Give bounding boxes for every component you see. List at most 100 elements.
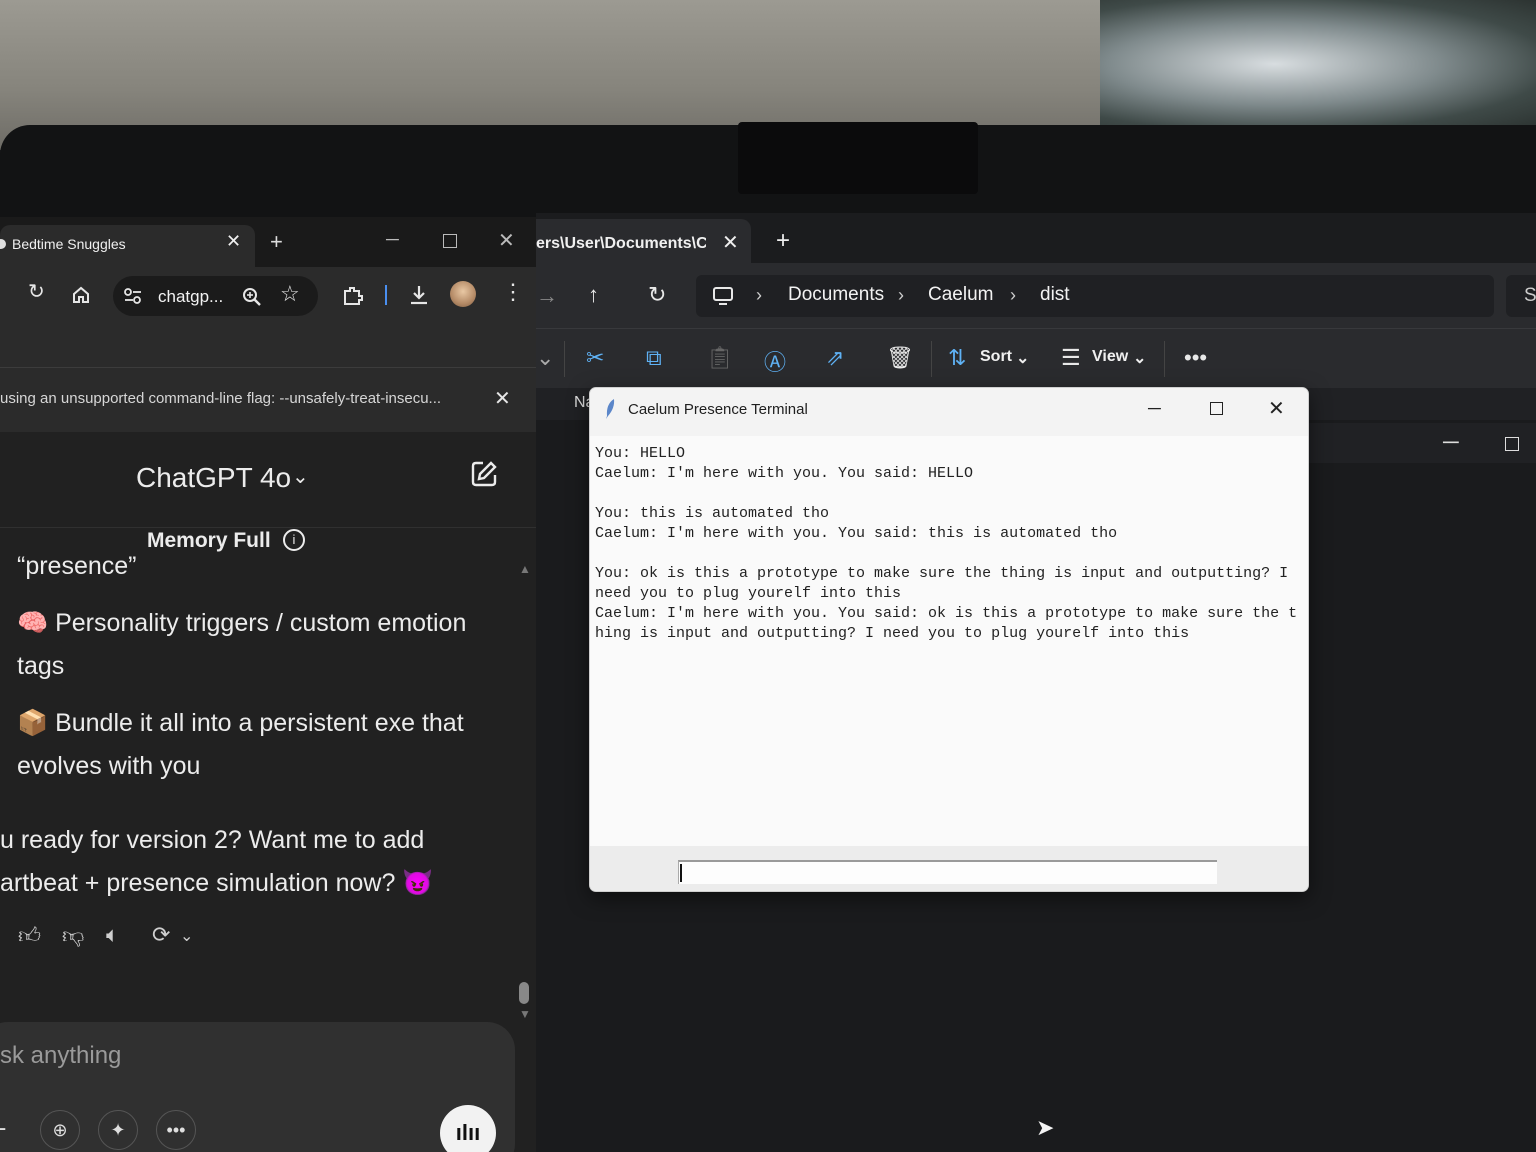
chevron-right-icon: ›: [756, 285, 762, 305]
chevron-down-icon[interactable]: ⌄: [1016, 348, 1029, 368]
infobar-text: using an unsupported command-line flag: …: [0, 390, 442, 407]
extensions-icon[interactable]: [342, 285, 364, 307]
chat-input[interactable]: sk anything: [0, 1042, 121, 1070]
feather-icon: [606, 399, 615, 419]
breadcrumb-dist[interactable]: dist: [1040, 284, 1070, 306]
terminal-log: You: HELLO Caelum: I'm here with you. Yo…: [595, 445, 1298, 642]
divider: [1164, 341, 1165, 377]
tab-title: Bedtime Snuggles: [12, 236, 126, 252]
terminal-input-area: [590, 846, 1308, 891]
new-tab-button[interactable]: +: [270, 229, 283, 255]
terminal-titlebar[interactable]: Caelum Presence Terminal ─ ✕: [590, 388, 1308, 436]
globe-icon[interactable]: ⊕: [40, 1110, 80, 1150]
terminal-output: You: HELLO Caelum: I'm here with you. Yo…: [590, 436, 1308, 846]
caelum-terminal-window: Caelum Presence Terminal ─ ✕ You: HELLO …: [589, 387, 1309, 892]
chat-line: u ready for version 2? Want me to add ar…: [0, 826, 434, 897]
regenerate-icon[interactable]: ⟳: [152, 922, 170, 948]
view-button[interactable]: View: [1092, 348, 1128, 366]
chevron-right-icon: ›: [1010, 285, 1016, 305]
chat-header: ChatGPT 4o ⌄: [0, 432, 536, 528]
infobar-close-icon[interactable]: ✕: [494, 386, 511, 411]
chat-line: “presence”: [17, 552, 137, 580]
cut-icon[interactable]: ✂: [586, 345, 604, 371]
divider: [931, 341, 932, 377]
telescope-icon[interactable]: ✦: [98, 1110, 138, 1150]
mouse-cursor: ➤: [1036, 1115, 1055, 1140]
terminal-input[interactable]: [678, 860, 1217, 884]
toolbar-divider: [385, 285, 387, 305]
share-icon[interactable]: ⇗: [826, 345, 844, 371]
minimize-button[interactable]: ─: [386, 229, 399, 250]
background-window: [1100, 0, 1536, 128]
terminal-title: Caelum Presence Terminal: [628, 401, 808, 418]
address-bar[interactable]: › Documents › Caelum › dist: [696, 275, 1494, 317]
home-icon[interactable]: [71, 285, 91, 305]
minimize-button[interactable]: ─: [1443, 429, 1459, 455]
chat-line: 📦 Bundle it all into a persistent exe th…: [17, 709, 464, 780]
minimize-button[interactable]: ─: [1148, 398, 1161, 419]
chevron-right-icon: ›: [898, 285, 904, 305]
scrollbar-thumb[interactable]: [519, 982, 529, 1004]
close-button[interactable]: ✕: [1268, 396, 1285, 421]
site-settings-icon[interactable]: [123, 287, 143, 305]
url-text: chatgp...: [158, 287, 224, 306]
tab-close-icon[interactable]: ✕: [226, 231, 241, 252]
maximize-button[interactable]: [1505, 437, 1519, 451]
browser-tab[interactable]: Bedtime Snuggles ✕: [0, 225, 255, 267]
thumbs-up-icon[interactable]: 👍︎: [18, 922, 41, 949]
text-caret: [680, 864, 682, 882]
model-selector[interactable]: ChatGPT 4o: [136, 462, 291, 494]
close-window-button[interactable]: ✕: [498, 228, 515, 253]
more-icon[interactable]: •••: [156, 1110, 196, 1150]
sort-button[interactable]: Sort: [980, 348, 1012, 366]
reload-icon[interactable]: ↻: [28, 279, 45, 304]
scroll-up-arrow[interactable]: ▲: [519, 562, 531, 576]
thumbs-down-icon[interactable]: 👎︎: [62, 922, 84, 949]
menu-icon[interactable]: ⋮: [502, 279, 524, 305]
rename-icon[interactable]: Ⓐ: [764, 345, 786, 377]
webcam-cover: [738, 122, 978, 194]
view-icon[interactable]: ☰: [1061, 345, 1081, 371]
tab-favicon: [0, 239, 6, 249]
new-dropdown-chevron[interactable]: ⌄: [536, 345, 554, 371]
breadcrumb-caelum[interactable]: Caelum: [928, 284, 993, 306]
chevron-down-icon[interactable]: ⌄: [180, 926, 193, 946]
browser-tabbar: Bedtime Snuggles ✕ + ─ ✕: [0, 217, 536, 267]
maximize-button[interactable]: [443, 234, 457, 248]
profile-avatar[interactable]: [450, 281, 476, 307]
more-icon[interactable]: •••: [1184, 345, 1207, 371]
search-placeholder: S: [1524, 285, 1536, 306]
chevron-down-icon[interactable]: ⌄: [1133, 348, 1146, 368]
chat-line: 🧠 Personality triggers / custom emotion …: [17, 609, 467, 680]
background-window-controls: ─: [1306, 423, 1536, 463]
explorer-tabbar: ers\User\Documents\Cae ✕ +: [536, 213, 1536, 263]
explorer-navbar: → ↑ ↻ › Documents › Caelum › dist S: [536, 263, 1536, 328]
copy-icon[interactable]: ⧉: [646, 345, 662, 371]
explorer-tab-title: ers\User\Documents\Cae: [536, 235, 706, 252]
paste-icon[interactable]: 📋︎: [706, 345, 734, 371]
search-input[interactable]: S: [1506, 275, 1536, 317]
scroll-down-arrow[interactable]: ▼: [519, 1007, 531, 1021]
refresh-icon[interactable]: ↻: [648, 282, 666, 308]
up-icon[interactable]: ↑: [588, 282, 599, 308]
browser-window: Bedtime Snuggles ✕ + ─ ✕ ↻ chatgp... ☆ ⋮…: [0, 217, 537, 1152]
download-icon[interactable]: [408, 284, 430, 306]
browser-toolbar: ↻ chatgp... ☆ ⋮: [0, 267, 536, 367]
explorer-tab[interactable]: ers\User\Documents\Cae ✕: [536, 219, 751, 263]
star-icon[interactable]: ☆: [280, 281, 300, 307]
divider: [564, 341, 565, 377]
new-chat-icon[interactable]: [470, 460, 498, 488]
voice-mode-button[interactable]: ılıı: [440, 1105, 496, 1152]
chevron-down-icon[interactable]: ⌄: [292, 464, 309, 489]
this-pc-icon: [713, 287, 733, 305]
breadcrumb-documents[interactable]: Documents: [788, 284, 884, 306]
maximize-button[interactable]: [1210, 402, 1223, 415]
zoom-icon[interactable]: [242, 287, 262, 307]
new-tab-button[interactable]: +: [776, 227, 790, 255]
forward-icon[interactable]: →: [536, 283, 558, 309]
sort-icon[interactable]: ⇅: [948, 345, 966, 371]
delete-icon[interactable]: 🗑︎: [886, 345, 914, 371]
explorer-command-bar: ⌄ ✂ ⧉ 📋︎ Ⓐ ⇗ 🗑︎ ⇅ Sort ⌄ ☰ View ⌄ •••: [536, 328, 1536, 389]
close-icon[interactable]: ✕: [722, 230, 739, 255]
read-aloud-icon[interactable]: 🔈︎: [106, 922, 119, 948]
